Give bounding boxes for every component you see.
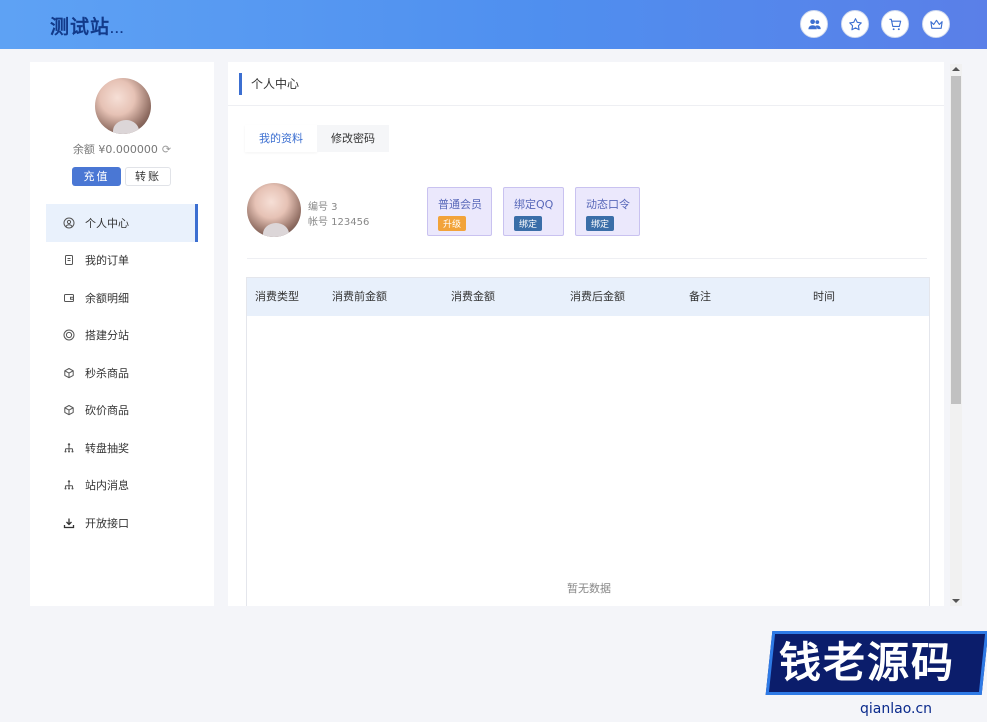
bind-qq-card-title: 绑定QQ <box>514 198 554 211</box>
table-header: 消费类型 消费前金额 消费金额 消费后金额 备注 时间 <box>247 278 929 316</box>
column-header: 时间 <box>813 290 835 303</box>
transfer-button[interactable]: 转账 <box>125 167 171 186</box>
transaction-table: 消费类型 消费前金额 消费金额 消费后金额 备注 时间 暂无数据 <box>246 277 930 606</box>
avatar[interactable] <box>95 78 151 134</box>
sidebar-item-label: 砍价商品 <box>85 404 129 418</box>
order-icon <box>65 255 73 266</box>
sidebar-item-site[interactable]: 搭建分站 <box>46 317 198 355</box>
scroll-thumb[interactable] <box>951 76 961 404</box>
tab-change-password[interactable]: 修改密码 <box>317 125 389 152</box>
tree-icon <box>64 443 74 453</box>
sidebar-item-api[interactable]: 开放接口 <box>46 504 198 542</box>
download-icon <box>63 518 75 528</box>
sidebar-item-label: 开放接口 <box>85 516 129 530</box>
column-header: 备注 <box>689 290 711 303</box>
crown-icon[interactable] <box>922 10 950 38</box>
otp-card-title: 动态口令 <box>586 198 630 211</box>
bind-qq-card: 绑定QQ 绑定 <box>503 187 564 236</box>
sidebar-item-lottery[interactable]: 转盘抽奖 <box>46 429 198 467</box>
sidebar-item-messages[interactable]: 站内消息 <box>46 467 198 505</box>
logo-text: 测试站 <box>50 16 111 38</box>
cart-icon[interactable] <box>881 10 909 38</box>
empty-state: 暂无数据 <box>567 582 611 595</box>
sidebar-item-label: 转盘抽奖 <box>85 441 129 455</box>
watermark-url: qianlao.cn <box>860 701 933 717</box>
refresh-icon[interactable]: ⟳ <box>162 143 171 156</box>
balance-row: 余额 ¥0.000000 ⟳ <box>30 141 214 157</box>
scroll-down-arrow[interactable] <box>952 599 960 603</box>
recharge-button[interactable]: 充值 <box>72 167 121 186</box>
column-header: 消费前金额 <box>332 290 387 303</box>
sidebar-item-label: 站内消息 <box>85 479 129 493</box>
upgrade-button[interactable]: 升级 <box>438 216 467 231</box>
sidebar-item-label: 搭建分站 <box>85 329 129 343</box>
scroll-up-arrow[interactable] <box>952 67 960 71</box>
wallet-icon <box>64 293 74 302</box>
sidebar-item-label: 个人中心 <box>85 216 129 230</box>
sidebar: 余额 ¥0.000000 ⟳ 充值 转账 个人中心 我的订单 余额明细 搭建分站 … <box>30 62 214 606</box>
balance-text: 余额 ¥0.000000 <box>72 143 158 156</box>
user-id: 编号 3 <box>308 202 338 213</box>
top-header: 测试站... <box>0 0 987 49</box>
main-panel: 个人中心 我的资料 修改密码 编号 3 帐号 123456 普通会员 升级 绑定… <box>228 62 944 606</box>
site-icon <box>63 329 75 341</box>
user-circle-icon <box>63 217 75 229</box>
profile-avatar <box>247 183 301 237</box>
user-group-icon[interactable] <box>800 10 828 38</box>
sidebar-item-label: 余额明细 <box>85 291 129 305</box>
member-card-title: 普通会员 <box>438 198 482 211</box>
box-icon <box>64 367 74 378</box>
sidebar-item-orders[interactable]: 我的订单 <box>46 242 198 280</box>
profile-tabs: 我的资料 修改密码 <box>245 125 389 152</box>
logo-dots: ... <box>110 25 125 36</box>
column-header: 消费类型 <box>255 290 299 303</box>
member-card: 普通会员 升级 <box>427 187 492 236</box>
bind-otp-button[interactable]: 绑定 <box>586 216 615 231</box>
column-header: 消费金额 <box>451 290 495 303</box>
box-icon <box>64 405 74 416</box>
tree-icon <box>64 480 74 490</box>
page-title: 个人中心 <box>239 73 299 95</box>
watermark-logo: 钱老源码 qianlao.cn <box>763 631 987 722</box>
sidebar-menu: 个人中心 我的订单 余额明细 搭建分站 秒杀商品 砍价商品 转盘抽奖 站内消息 <box>46 204 198 542</box>
column-header: 消费后金额 <box>570 290 625 303</box>
sidebar-item-profile[interactable]: 个人中心 <box>46 204 198 242</box>
watermark-text: 钱老源码 <box>779 638 956 687</box>
section-divider <box>247 258 927 259</box>
tab-profile[interactable]: 我的资料 <box>245 125 317 152</box>
site-logo[interactable]: 测试站... <box>50 12 124 39</box>
page-scrollbar[interactable] <box>950 64 962 606</box>
sidebar-item-flash-sale[interactable]: 秒杀商品 <box>46 354 198 392</box>
sidebar-item-label: 我的订单 <box>85 254 129 268</box>
bind-qq-button[interactable]: 绑定 <box>514 216 543 231</box>
title-divider <box>228 105 944 106</box>
sidebar-item-bargain[interactable]: 砍价商品 <box>46 392 198 430</box>
otp-card: 动态口令 绑定 <box>575 187 640 236</box>
star-icon[interactable] <box>841 10 869 38</box>
sidebar-item-balance[interactable]: 余额明细 <box>46 279 198 317</box>
sidebar-item-label: 秒杀商品 <box>85 366 129 380</box>
user-account: 帐号 123456 <box>308 217 370 228</box>
